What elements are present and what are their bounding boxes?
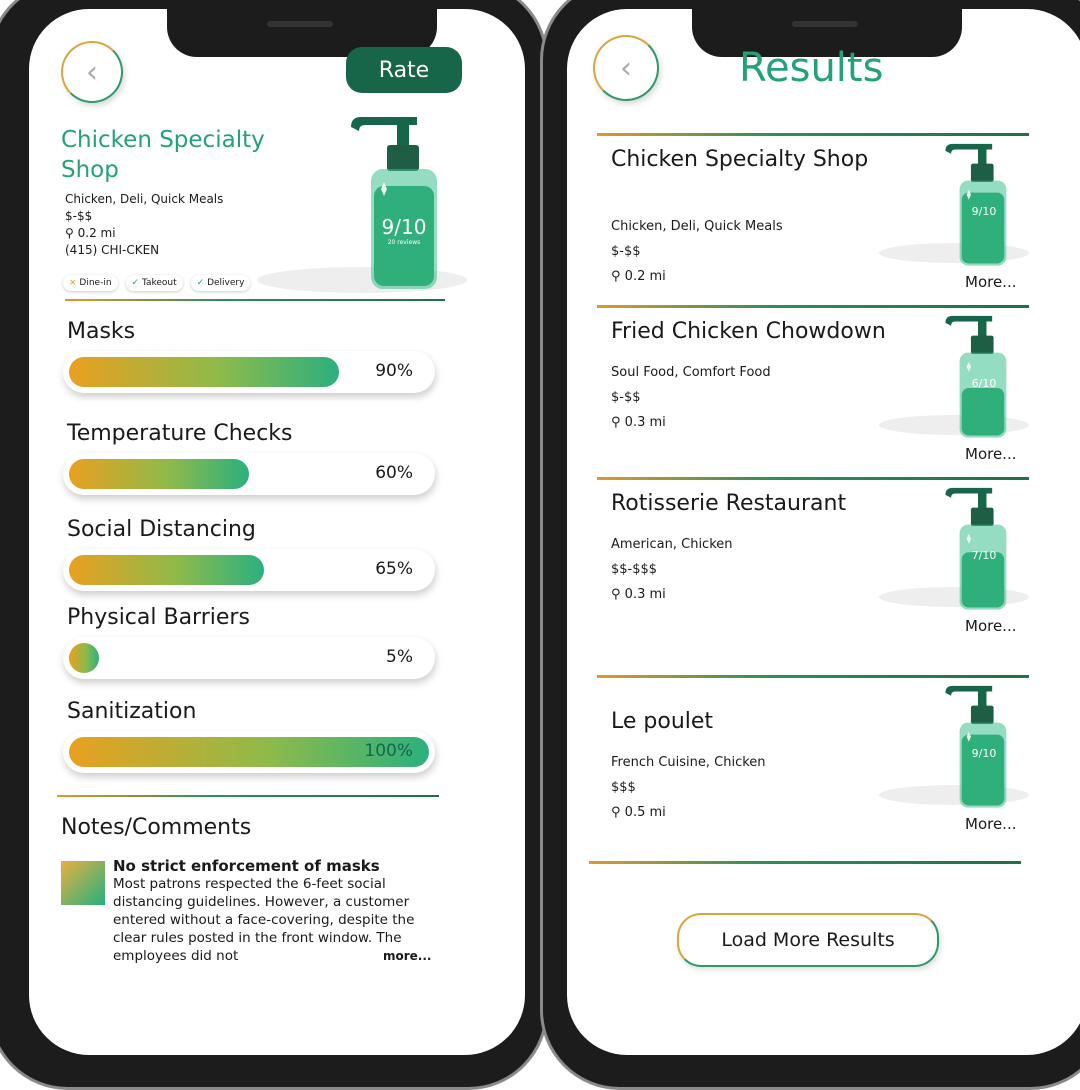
price: $-$$ <box>65 209 93 223</box>
distance-value: 0.3 mi <box>624 415 666 430</box>
restaurant-name: Chicken Specialty Shop <box>61 127 265 183</box>
metric-bar: 100% <box>63 731 435 773</box>
rating-value: 6/10 <box>971 377 997 390</box>
rating-value: 7/10 <box>971 549 997 562</box>
rating-text: 9/10 20 reviews <box>369 215 439 246</box>
rating-bottle: 9/10 <box>941 683 1015 809</box>
metric-label: Temperature Checks <box>67 421 293 446</box>
location-pin-icon: ⚲ <box>611 269 621 284</box>
metric-label: Masks <box>67 319 136 344</box>
check-icon: ✓ <box>131 278 140 288</box>
phone-number[interactable]: (415) CHI-CKEN <box>65 242 223 259</box>
sanitizer-bottle-icon <box>945 315 1007 438</box>
more-link[interactable]: More... <box>965 445 1017 463</box>
detail-screen: ‹ Rate Chicken Specialty Shop Chicken, D… <box>29 9 525 1055</box>
distance-value: 0.2 mi <box>624 269 666 284</box>
service-tags: × Dine-in ✓ Takeout ✓ Delivery <box>63 275 251 291</box>
cuisine: Chicken, Deli, Quick Meals <box>65 192 224 206</box>
metric-bar-fill <box>69 459 249 489</box>
distance-value: 0.5 mi <box>624 805 666 820</box>
results-title: Results <box>739 45 884 91</box>
check-icon: ✓ <box>196 278 205 288</box>
load-more-button[interactable]: Load More Results <box>677 913 939 967</box>
phone-right: ‹ Results Chicken Specialty Shop Chicken… <box>540 0 1080 1090</box>
metric-label: Sanitization <box>67 699 197 724</box>
results-screen: ‹ Results Chicken Specialty Shop Chicken… <box>567 9 1080 1055</box>
divider <box>589 861 1021 864</box>
metric-label: Physical Barriers <box>67 605 250 630</box>
rating-value: 9/10 <box>971 747 997 760</box>
distance: ⚲ 0.2 mi <box>65 225 223 242</box>
sanitizer-bottle-icon <box>351 117 437 289</box>
rating-bottle: 9/10 <box>941 141 1015 267</box>
metric-label: Social Distancing <box>67 517 256 542</box>
divider <box>597 675 1029 678</box>
back-button[interactable]: ‹ <box>61 41 123 103</box>
location-pin-icon: ⚲ <box>65 226 74 240</box>
service-label: Dine-in <box>79 278 112 288</box>
metric-bar-fill <box>69 357 339 387</box>
rating-value: 9/10 <box>971 205 997 218</box>
back-button[interactable]: ‹ <box>593 35 659 101</box>
metric-bar: 65% <box>63 549 435 591</box>
service-tag: ✓ Takeout <box>125 275 183 291</box>
service-tag: × Dine-in <box>63 275 118 291</box>
note-more-link[interactable]: more... <box>383 949 431 963</box>
divider <box>597 477 1029 480</box>
metric-percent: 5% <box>386 647 413 667</box>
divider <box>597 305 1029 308</box>
metric-percent: 90% <box>375 361 413 381</box>
location-pin-icon: ⚲ <box>611 587 621 602</box>
phone-left: ‹ Rate Chicken Specialty Shop Chicken, D… <box>0 0 548 1090</box>
chevron-left-icon: ‹ <box>620 50 632 86</box>
rating-bottle: 7/10 <box>941 485 1015 611</box>
divider <box>65 299 445 301</box>
chevron-left-icon: ‹ <box>86 54 98 90</box>
more-link[interactable]: More... <box>965 273 1017 291</box>
rating-value: 9/10 <box>381 215 427 239</box>
more-link[interactable]: More... <box>965 815 1017 833</box>
more-link[interactable]: More... <box>965 617 1017 635</box>
x-icon: × <box>69 278 77 288</box>
metric-bar: 5% <box>63 637 435 679</box>
rating-bottle <box>347 113 447 291</box>
note-title: No strict enforcement of masks <box>113 857 380 875</box>
notes-title: Notes/Comments <box>61 815 252 840</box>
metric-percent: 100% <box>364 741 413 761</box>
metric-bar-fill <box>69 643 99 673</box>
location-pin-icon: ⚲ <box>611 415 621 430</box>
service-tag: ✓ Delivery <box>190 275 251 291</box>
divider <box>597 133 1029 136</box>
divider <box>57 795 439 797</box>
metric-percent: 65% <box>375 559 413 579</box>
service-label: Takeout <box>141 278 177 288</box>
distance-value: 0.2 mi <box>77 226 116 240</box>
rate-button[interactable]: Rate <box>346 47 462 93</box>
sanitizer-bottle-icon <box>945 143 1007 266</box>
service-label: Delivery <box>207 278 245 288</box>
location-pin-icon: ⚲ <box>611 805 621 820</box>
note-thumbnail <box>61 861 105 905</box>
metric-bar: 60% <box>63 453 435 495</box>
sanitizer-bottle-icon <box>945 685 1007 808</box>
restaurant-info: Chicken, Deli, Quick Meals $-$$ ⚲ 0.2 mi… <box>65 191 223 259</box>
metric-bar: 90% <box>63 351 435 393</box>
metric-percent: 60% <box>375 463 413 483</box>
metric-bar-fill <box>69 555 264 585</box>
distance-value: 0.3 mi <box>624 587 666 602</box>
rating-bottle: 6/10 <box>941 313 1015 439</box>
review-count: 20 reviews <box>387 239 421 246</box>
sanitizer-bottle-icon <box>945 487 1007 610</box>
